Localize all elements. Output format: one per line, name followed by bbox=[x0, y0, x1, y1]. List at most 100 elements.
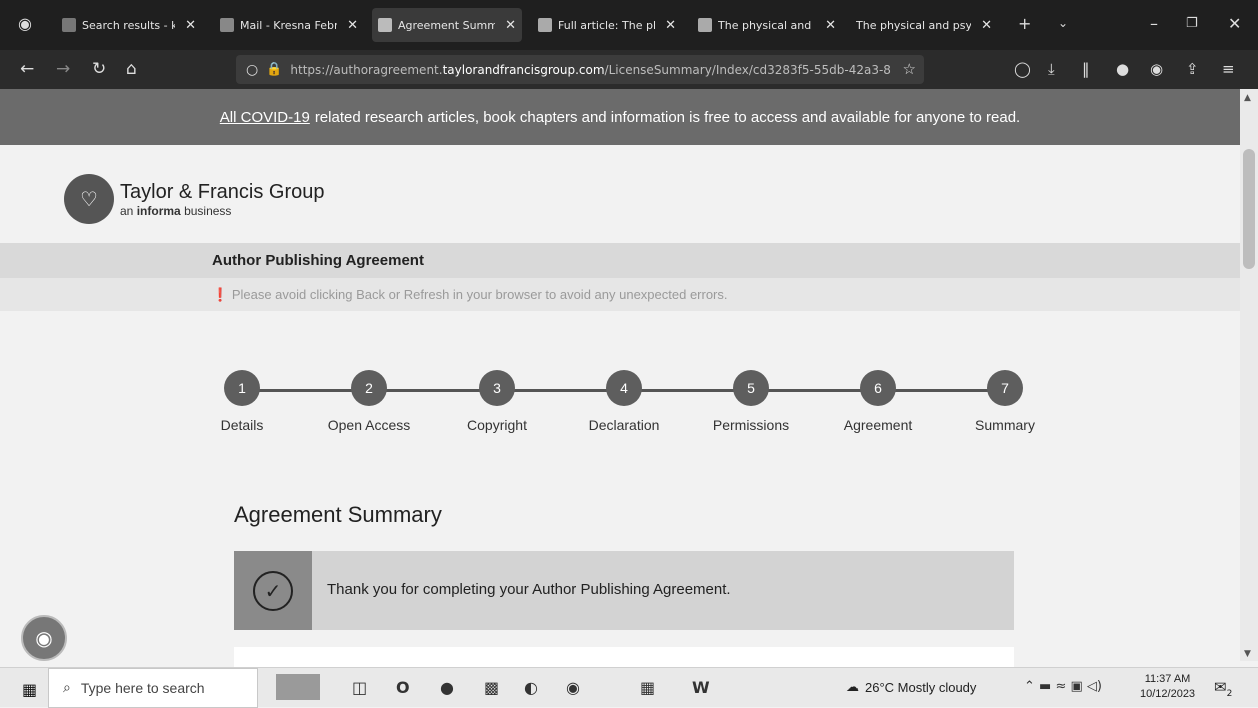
account-icon[interactable]: ● bbox=[1116, 60, 1129, 78]
opera-icon[interactable]: O bbox=[396, 678, 410, 697]
search-highlight-icon[interactable] bbox=[276, 674, 320, 700]
url-text[interactable]: https://authoragreement.taylorandfrancis… bbox=[290, 63, 891, 77]
close-window-icon[interactable]: ✕ bbox=[1228, 14, 1241, 33]
task-view-icon[interactable]: ◫ bbox=[352, 678, 367, 697]
step-label: Agreement bbox=[843, 417, 913, 433]
step-number: 5 bbox=[733, 370, 769, 406]
browser-tab-bar: ◉ Search results - kf3 ✕ Mail - Kresna F… bbox=[0, 0, 1258, 50]
library-icon[interactable]: ‖ bbox=[1082, 60, 1090, 78]
address-bar[interactable]: ○ 🔒 https://authoragreement.taylorandfra… bbox=[236, 55, 924, 84]
windows-start-icon[interactable]: ▦ bbox=[22, 680, 37, 699]
file-explorer-icon[interactable]: ▩ bbox=[484, 678, 499, 697]
tab-label: Full article: The phy bbox=[558, 18, 655, 32]
warning-text: Please avoid clicking Back or Refresh in… bbox=[231, 287, 728, 302]
pocket-icon[interactable]: ◯ bbox=[1014, 60, 1031, 78]
tracking-shield-icon[interactable]: ○ bbox=[246, 62, 258, 78]
content-card bbox=[234, 647, 1014, 667]
zoom-icon[interactable]: ● bbox=[440, 678, 454, 697]
logo-tagline-pre: an bbox=[120, 203, 134, 218]
checkmark-circle-icon: ✓ bbox=[253, 570, 293, 611]
menu-icon[interactable]: ≡ bbox=[1222, 60, 1235, 78]
clock-date: 10/12/2023 bbox=[1140, 688, 1196, 700]
step-label: Permissions bbox=[712, 417, 790, 433]
tab-agreement-summary[interactable]: Agreement Summar ✕ bbox=[372, 8, 522, 42]
step-agreement: 6 Agreement bbox=[844, 370, 912, 433]
scroll-thumb[interactable] bbox=[1243, 149, 1255, 269]
step-number: 6 bbox=[860, 370, 896, 406]
covid-banner-text: related research articles, book chapters… bbox=[314, 108, 1021, 126]
close-tab-icon[interactable]: ✕ bbox=[665, 18, 676, 33]
system-tray-icons[interactable]: ⌃ ▬ ≈ ▣ ◁) bbox=[1024, 679, 1102, 694]
restore-icon[interactable]: ❐ bbox=[1186, 16, 1198, 31]
logo-tagline: an informa business bbox=[120, 204, 325, 218]
home-icon[interactable]: ⌂ bbox=[126, 59, 137, 79]
page-scrollbar[interactable]: ▲ ▼ bbox=[1240, 89, 1258, 661]
tandf-logo[interactable]: ♡ Taylor & Francis Group an informa busi… bbox=[64, 174, 325, 224]
firefox-menu-icon[interactable]: ◉ bbox=[18, 14, 32, 33]
search-icon: ⌕ bbox=[63, 680, 71, 696]
reload-icon[interactable]: ↻ bbox=[92, 59, 106, 79]
tandf-icon bbox=[698, 18, 712, 32]
step-number: 4 bbox=[606, 370, 642, 406]
edge-icon[interactable]: ◐ bbox=[524, 678, 538, 697]
bookmark-star-icon[interactable]: ☆ bbox=[903, 60, 916, 78]
step-open-access: 2 Open Access bbox=[328, 370, 410, 433]
list-tabs-icon[interactable]: ⌄ bbox=[1058, 16, 1068, 30]
notification-icon[interactable]: ✉2 bbox=[1214, 678, 1232, 699]
app-grid-icon[interactable]: ▦ bbox=[640, 678, 655, 697]
tab-label: The physical and ps bbox=[718, 18, 815, 32]
tab-physical-1[interactable]: The physical and ps ✕ bbox=[692, 8, 842, 42]
close-tab-icon[interactable]: ✕ bbox=[185, 18, 196, 33]
windows-taskbar: ▦ ⌕ Type here to search ◫ O ● ▩ ◐ ◉ ▦ W … bbox=[0, 667, 1258, 708]
tab-physical-2[interactable]: The physical and psycho ✕ bbox=[850, 8, 998, 42]
info-icon: ❗ bbox=[212, 287, 229, 302]
weather-widget[interactable]: ☁ 26°C Mostly cloudy bbox=[846, 679, 976, 695]
step-declaration: 4 Declaration bbox=[589, 370, 659, 433]
search-placeholder: Type here to search bbox=[80, 680, 205, 696]
extension-icon[interactable]: ◉ bbox=[1150, 60, 1163, 78]
forward-icon[interactable]: → bbox=[56, 59, 70, 79]
cloud-icon: ☁ bbox=[846, 679, 859, 694]
firefox-icon[interactable]: ◉ bbox=[566, 678, 580, 697]
notification-count: 2 bbox=[1226, 689, 1233, 699]
taskbar-search[interactable]: ⌕ Type here to search bbox=[48, 668, 258, 708]
lock-icon[interactable]: 🔒 bbox=[266, 62, 282, 77]
warning-message: ❗ Please avoid clicking Back or Refresh … bbox=[212, 287, 728, 303]
step-number: 1 bbox=[224, 370, 260, 406]
step-number: 7 bbox=[987, 370, 1023, 406]
weather-text: 26°C Mostly cloudy bbox=[865, 679, 977, 695]
downloads-icon[interactable]: ⤓ bbox=[1048, 60, 1055, 78]
tab-mail[interactable]: Mail - Kresna Febriy ✕ bbox=[214, 8, 364, 42]
new-tab-icon[interactable]: + bbox=[1018, 14, 1031, 33]
close-tab-icon[interactable]: ✕ bbox=[505, 18, 516, 33]
progress-stepper: 1 Details 2 Open Access 3 Copyright 4 De… bbox=[0, 370, 1240, 440]
browser-nav-bar: ← → ↻ ⌂ ○ 🔒 https://authoragreement.tayl… bbox=[0, 50, 1258, 89]
cookie-settings-icon[interactable]: ◉ bbox=[21, 615, 67, 661]
tab-full-article[interactable]: Full article: The phy ✕ bbox=[532, 8, 682, 42]
share-icon[interactable]: ⇪ bbox=[1186, 60, 1199, 78]
scroll-up-icon[interactable]: ▲ bbox=[1244, 93, 1251, 103]
close-tab-icon[interactable]: ✕ bbox=[347, 18, 358, 33]
outlook-icon bbox=[220, 18, 234, 32]
close-tab-icon[interactable]: ✕ bbox=[825, 18, 836, 33]
tab-label: Agreement Summar bbox=[398, 18, 496, 32]
close-tab-icon[interactable]: ✕ bbox=[981, 18, 992, 33]
tab-gmail[interactable]: Search results - kf3 ✕ bbox=[56, 8, 202, 42]
step-number: 2 bbox=[351, 370, 387, 406]
success-alert: ✓ Thank you for completing your Author P… bbox=[234, 551, 1014, 630]
document-icon bbox=[378, 18, 392, 32]
covid-link[interactable]: All COVID-19 bbox=[220, 109, 310, 126]
url-domain: taylorandfrancisgroup.com bbox=[442, 62, 605, 77]
warning-bar: ❗ Please avoid clicking Back or Refresh … bbox=[0, 278, 1240, 311]
step-summary: 7 Summary bbox=[975, 370, 1035, 433]
tab-label: Mail - Kresna Febriy bbox=[240, 18, 338, 32]
back-icon[interactable]: ← bbox=[20, 59, 34, 79]
step-details: 1 Details bbox=[221, 370, 263, 433]
scroll-down-icon[interactable]: ▼ bbox=[1244, 649, 1251, 659]
minimize-icon[interactable]: – bbox=[1150, 14, 1158, 33]
taskbar-clock[interactable]: 11:37 AM 10/12/2023 bbox=[1140, 672, 1195, 702]
page-title: Agreement Summary bbox=[234, 502, 442, 527]
success-icon-box: ✓ bbox=[234, 551, 312, 630]
step-permissions: 5 Permissions bbox=[713, 370, 789, 433]
word-icon[interactable]: W bbox=[692, 678, 710, 697]
